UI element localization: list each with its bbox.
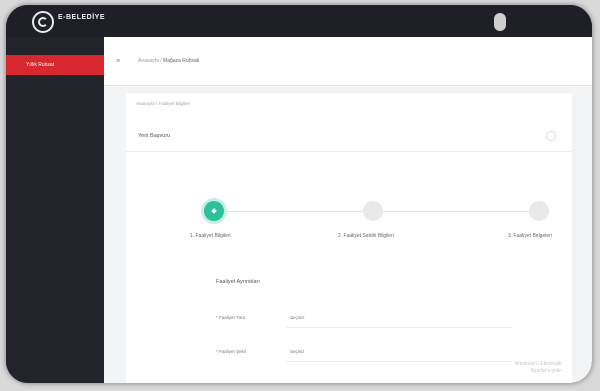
select-value: Seçiniz: [290, 349, 305, 354]
wizard-stepper: ⬥ 1. Faaliyet Bilgileri 2. Faaliyet Sahi…: [126, 199, 572, 239]
sidebar-item-label: Yıllık Ruhsat: [26, 62, 55, 68]
brand-name: E-BELEDİYE: [58, 14, 106, 21]
os-watermark: Windows'u Etkinleştir Ayarlar'a gidin: [515, 361, 562, 375]
breadcrumb: Anasayfa / Mağaza Ruhsatı: [138, 58, 199, 64]
step-3[interactable]: [529, 201, 549, 221]
main-content: ≡ Anasayfa / Mağaza Ruhsatı Anasayfa / F…: [104, 37, 592, 383]
field-label: * Faaliyet Türü: [216, 315, 246, 320]
hamburger-icon[interactable]: ≡: [116, 58, 124, 65]
step-icon: ⬥: [211, 206, 217, 215]
user-menu[interactable]: [494, 10, 564, 34]
form-section-title: Faaliyet Ayrıntıları: [216, 279, 260, 285]
card-header: Yeni Başvuru: [126, 121, 572, 152]
breadcrumb-current: Mağaza Ruhsatı: [163, 58, 200, 64]
activity-type-select[interactable]: Seçiniz ⌄: [286, 311, 512, 328]
page-title: Yeni Başvuru: [138, 133, 171, 139]
step-1[interactable]: ⬥: [204, 201, 224, 221]
field-label: * Faaliyet Şekli: [216, 349, 246, 354]
logo-icon: [32, 11, 54, 33]
sub-breadcrumb: Anasayfa / Faaliyet Bilgileri: [136, 101, 191, 106]
brand: E-BELEDİYE: [58, 14, 105, 22]
breadcrumb-item[interactable]: Anasayfa: [138, 58, 159, 64]
settings-icon[interactable]: [546, 131, 556, 141]
step-connector: [381, 211, 529, 212]
watermark-line: Windows'u Etkinleştir: [514, 361, 562, 367]
sidebar-item-active[interactable]: Yıllık Ruhsat: [6, 55, 104, 75]
step-2[interactable]: [363, 201, 383, 221]
chevron-down-icon: ⌄: [290, 315, 294, 320]
step-label: 2. Faaliyet Sahibi Bilgileri: [338, 233, 394, 239]
activity-form-select[interactable]: Seçiniz: [286, 345, 512, 362]
form-row: * Faaliyet Şekli Seçiniz: [216, 345, 512, 362]
app-window: E-BELEDİYE Yıllık Ruhsat ≡ Anasayfa / Ma…: [6, 5, 592, 383]
sidebar: Yıllık Ruhsat: [6, 37, 104, 383]
step-label: 3. Faaliyet Belgeleri: [508, 233, 552, 239]
top-bar: E-BELEDİYE: [6, 5, 592, 37]
avatar[interactable]: [494, 13, 506, 31]
form-row: * Faaliyet Türü Seçiniz ⌄: [216, 311, 512, 328]
watermark-line: Ayarlar'a gidin: [530, 368, 562, 374]
breadcrumb-bar: ≡ Anasayfa / Mağaza Ruhsatı: [104, 37, 592, 86]
step-connector: [222, 211, 363, 212]
step-label: 1. Faaliyet Bilgileri: [190, 233, 231, 239]
form-card: Anasayfa / Faaliyet Bilgileri Yeni Başvu…: [126, 93, 572, 383]
